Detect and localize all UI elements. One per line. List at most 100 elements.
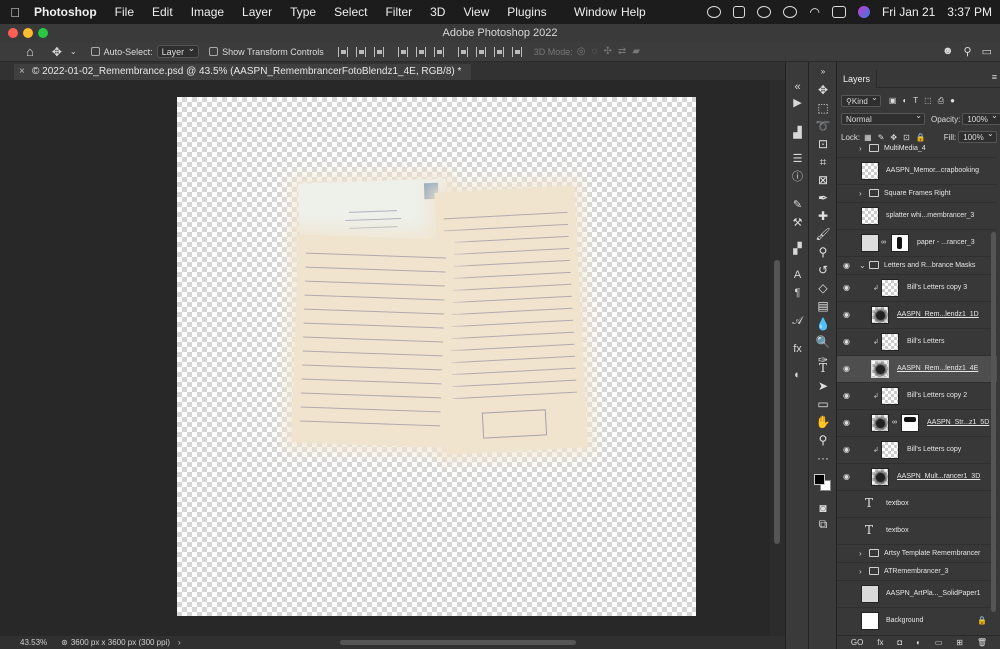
more-align-icon[interactable] [511, 46, 522, 57]
histogram-icon[interactable]: ▟ [790, 126, 805, 141]
hand-tool[interactable]: ✋ [815, 414, 831, 430]
move-tool-icon[interactable]: ✥ [48, 44, 66, 60]
auto-select-checkbox[interactable]: Auto-Select: [87, 44, 157, 60]
filter-kind-dropdown[interactable]: ⚲ Kind [841, 93, 881, 107]
search-icon[interactable]: ⚲ [964, 45, 972, 58]
fx-icon[interactable]: fx [877, 638, 883, 647]
adjustment-layer-icon[interactable]: ◐ [916, 638, 921, 647]
layer-row[interactable]: ◉ ↲ Bill's Letters copy 3 [837, 275, 997, 302]
filter-toggle-icon[interactable]: ● [950, 96, 955, 106]
lock-position-icon[interactable]: ✥ [890, 133, 897, 142]
frame-tool[interactable]: ⊠ [815, 172, 831, 188]
play-actions-icon[interactable]: ▶ [790, 96, 805, 111]
character-icon[interactable]: A [790, 268, 805, 283]
foreground-color-swatch[interactable] [814, 474, 825, 485]
3d-pan-icon[interactable]: ✣ [603, 46, 611, 57]
menu-plugins[interactable]: Plugins [498, 5, 555, 19]
info-icon[interactable]: ⓘ [790, 170, 805, 185]
layer-row[interactable]: ◉ ⌄ Letters and R...brance Masks [837, 257, 997, 275]
filter-adjustment-icon[interactable]: ◐ [902, 96, 907, 106]
layer-row[interactable]: ◉ ↲ Bill's Letters copy 2 [837, 383, 997, 410]
filter-type-icon[interactable]: T [913, 96, 918, 106]
layer-mask-thumbnail[interactable] [901, 414, 919, 432]
3d-scale-icon[interactable]: ▰ [632, 46, 640, 57]
filter-smart-icon[interactable]: ⎙ [938, 96, 944, 106]
distribute-icon[interactable] [457, 46, 468, 57]
link-icon[interactable]: ∞ [892, 419, 897, 426]
layer-list[interactable]: › MultiMedia_4 AASPN_Memor...crapbooking… [837, 142, 997, 634]
layer-row[interactable]: › MultiMedia_4 [837, 142, 997, 158]
close-tab-icon[interactable]: × [19, 64, 25, 80]
crop-tool[interactable]: ⌗ [815, 154, 831, 170]
zoom-window-button[interactable] [38, 28, 48, 38]
layer-row[interactable]: ◉ ↲ Bill's Letters copy [837, 437, 997, 464]
link-icon[interactable]: ∞ [881, 239, 886, 246]
lasso-tool[interactable]: ➰ [815, 118, 831, 134]
menu-date[interactable]: Fri Jan 21 [882, 5, 935, 19]
document-tab[interactable]: × © 2022-01-02_Remembrance.psd @ 43.5% (… [14, 64, 472, 80]
show-transform-checkbox[interactable]: Show Transform Controls [205, 44, 328, 60]
stamp-tool[interactable]: ⚲ [815, 244, 831, 260]
screen-mode-icon[interactable]: ⧉ [815, 516, 831, 532]
visibility-eye-icon[interactable]: ◉ [843, 311, 852, 319]
move-tool[interactable]: ✥ [815, 82, 831, 98]
distribute-v-icon[interactable] [475, 46, 486, 57]
eraser-tool[interactable]: ◇ [815, 280, 831, 296]
path-select-tool[interactable]: ➤ [815, 378, 831, 394]
home-icon[interactable]: ⌂ [22, 44, 38, 60]
blend-mode-dropdown[interactable]: Normal [841, 111, 925, 125]
dodge-tool[interactable]: 🔍 [815, 334, 831, 350]
panel-menu-icon[interactable]: ≡ [992, 72, 997, 82]
time-machine-icon[interactable] [783, 6, 798, 18]
chevron-down-icon[interactable]: ⌄ [66, 44, 81, 60]
menu-3d[interactable]: 3D [421, 5, 454, 19]
align-bottom-icon[interactable] [433, 46, 444, 57]
vertical-scrollbar[interactable] [770, 80, 785, 636]
menu-view[interactable]: View [454, 5, 498, 19]
minimize-window-button[interactable] [23, 28, 33, 38]
3d-roll-icon[interactable]: ◌ [591, 46, 597, 57]
chevron-right-icon[interactable]: › [859, 549, 862, 558]
sync-icon[interactable] [757, 6, 772, 18]
menu-image[interactable]: Image [182, 5, 233, 19]
eyedropper-tool[interactable]: ✒ [815, 190, 831, 206]
menu-time[interactable]: 3:37 PM [947, 5, 992, 19]
clone-source-icon[interactable]: ▞ [790, 242, 805, 257]
align-middle-icon[interactable] [415, 46, 426, 57]
distribute-h-icon[interactable] [493, 46, 504, 57]
layer-row[interactable]: ◉ ∞ AASPN_Str...z1_5D [837, 410, 997, 437]
wifi-icon[interactable]: ◠ [809, 5, 819, 19]
chevron-right-icon[interactable]: › [859, 189, 862, 198]
glyphs-icon[interactable]: 𝒜 [790, 314, 805, 329]
new-layer-icon[interactable]: ⊞ [956, 638, 963, 647]
chevron-right-icon[interactable]: › [859, 567, 862, 576]
blur-tool[interactable]: 💧 [815, 316, 831, 332]
visibility-eye-icon[interactable]: ◉ [843, 419, 852, 427]
object-select-tool[interactable]: ⊡ [815, 136, 831, 152]
creative-cloud-icon[interactable] [707, 6, 722, 18]
auto-select-dropdown[interactable]: Layer [156, 43, 200, 58]
rectangle-tool[interactable]: ▭ [815, 396, 831, 412]
status-menu-arrow[interactable]: › [178, 638, 181, 647]
trash-icon[interactable]: 🗑 [977, 638, 987, 647]
filter-shape-icon[interactable]: ⬚ [924, 96, 932, 106]
document-canvas[interactable] [177, 97, 696, 616]
lock-transparency-icon[interactable]: ▦ [864, 133, 872, 142]
quick-mask-icon[interactable]: ◙ [815, 500, 831, 516]
menu-select[interactable]: Select [325, 5, 376, 19]
layer-row[interactable]: ∞ paper - ...rancer_3 [837, 230, 997, 257]
document-info-icon[interactable]: ⊛ [61, 638, 68, 647]
canvas-workarea[interactable] [14, 80, 770, 636]
brush-presets-icon[interactable]: ⚒ [790, 216, 805, 231]
visibility-eye-icon[interactable]: ◉ [843, 262, 852, 270]
zoom-level[interactable]: 43.53% [20, 638, 47, 647]
menu-edit[interactable]: Edit [143, 5, 182, 19]
layers-tab[interactable]: Layers [837, 70, 878, 88]
layer-row[interactable]: › Square Frames Right [837, 185, 997, 203]
visibility-eye-icon[interactable]: ◉ [843, 365, 852, 373]
more-tools-icon[interactable]: ··· [815, 450, 831, 466]
layer-row[interactable]: ◉ AASPN_Mult...rancer1_3D [837, 464, 997, 491]
siri-icon[interactable] [857, 6, 870, 18]
layer-mask-thumbnail[interactable] [891, 234, 909, 252]
opacity-field[interactable]: 100% [962, 111, 1000, 125]
